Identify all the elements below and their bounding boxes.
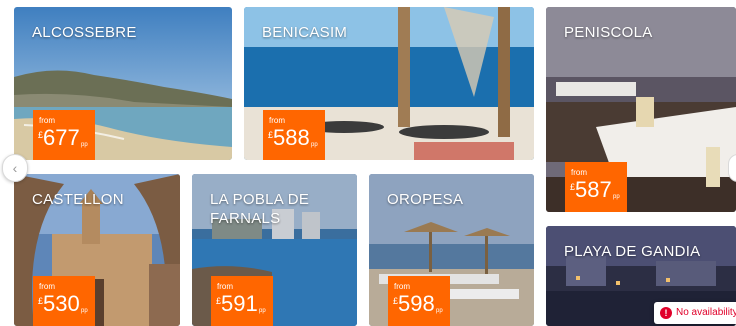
destination-name: LA POBLA DE FARNALS [210,191,310,227]
carousel-next-button[interactable] [728,154,736,182]
price-per-person-label: pp [436,308,443,314]
price-from-label: from [217,282,233,291]
price-from-label: from [269,116,285,125]
price-amount: 588 [273,125,310,150]
price-from-label: from [394,282,410,291]
destination-tile-la-pobla-de-farnals[interactable]: LA POBLA DE FARNALS from £ 591 pp [192,174,357,326]
price-per-person-label: pp [81,308,88,314]
price-per-person-label: pp [259,308,266,314]
price-tag: from £ 591 pp [211,276,273,326]
destination-name: PENISCOLA [564,24,653,41]
destination-tile-benicasim[interactable]: BENICASIM from £ 588 pp [244,7,534,160]
destination-name: BENICASIM [262,24,348,41]
destination-tile-oropesa[interactable]: OROPESA from £ 598 pp [369,174,534,326]
price-amount: 677 [43,125,80,150]
availability-notice: ! No availability [654,302,736,324]
price-from-label: from [39,282,55,291]
price-per-person-label: pp [311,142,318,148]
destination-tile-castellon[interactable]: CASTELLON from £ 530 pp [14,174,180,326]
destination-tile-alcossebre[interactable]: ALCOSSEBRE from £ 677 pp [14,7,232,160]
price-from-label: from [571,168,587,177]
destination-name: PLAYA DE GANDIA [564,243,701,260]
price-tag: from £ 677 pp [33,110,95,160]
destination-name: CASTELLON [32,191,124,208]
price-amount: 530 [43,291,80,316]
price-per-person-label: pp [81,142,88,148]
price-amount: 591 [221,291,258,316]
price-from-label: from [39,116,55,125]
price-tag: from £ 588 pp [263,110,325,160]
carousel-prev-button[interactable]: ‹ [2,154,28,182]
destination-tile-peniscola[interactable]: PENISCOLA from £ 587 pp [546,7,736,212]
price-per-person-label: pp [613,194,620,200]
price-amount: 587 [575,177,612,202]
destination-name: OROPESA [387,191,464,208]
destination-name: ALCOSSEBRE [32,24,137,41]
availability-text: No availability [676,307,736,318]
price-tag: from £ 598 pp [388,276,450,326]
price-tag: from £ 530 pp [33,276,95,326]
price-tag: from £ 587 pp [565,162,627,212]
price-amount: 598 [398,291,435,316]
alert-icon: ! [660,307,672,319]
chevron-left-icon: ‹ [12,160,18,176]
